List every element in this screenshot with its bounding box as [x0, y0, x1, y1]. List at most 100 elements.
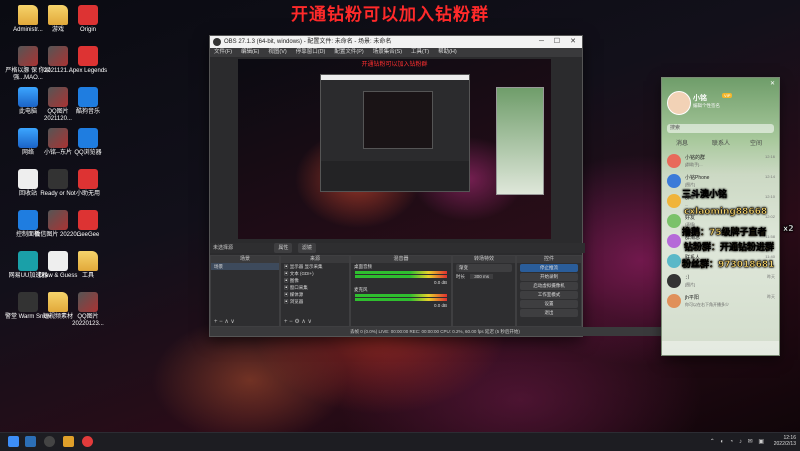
- desktop-icon[interactable]: QQ图片 20220123...: [64, 292, 112, 328]
- clock[interactable]: 12:16 2022/2/13: [774, 435, 796, 447]
- contact-name: ：）: [685, 275, 693, 281]
- folder-icon: [78, 251, 98, 271]
- app-taskbar-icon[interactable]: [82, 436, 93, 447]
- qq-tabs: 消息 联系人 空间: [662, 138, 779, 148]
- contact-name: jh平阳: [685, 295, 699, 301]
- no-source-label: 未选择源: [213, 245, 234, 251]
- desktop-icon-label: QQ浏览器: [74, 150, 102, 156]
- control-button[interactable]: 停止推流: [520, 264, 578, 272]
- desktop-icon-label: 小助无用: [75, 191, 100, 197]
- steam-icon[interactable]: [25, 436, 36, 447]
- transition-select[interactable]: 渐变: [456, 264, 512, 272]
- tab-space[interactable]: 空间: [750, 138, 762, 147]
- source-item[interactable]: ▣ 浏览器: [281, 298, 349, 305]
- tab-contacts[interactable]: 联系人: [712, 138, 730, 147]
- list-item[interactable]: 小铭的群 [群助手]... 12:16: [662, 151, 779, 171]
- desktop-icon-label: 酷狗音乐: [75, 109, 100, 115]
- fans-group-label: 粉丝群：973018681: [682, 260, 775, 270]
- nested-obs-window-2: [363, 91, 433, 149]
- properties-button[interactable]: 属性: [274, 243, 293, 253]
- system-tray[interactable]: ⌃ ◐ ◔ ♪ ✉ ▣: [710, 438, 766, 445]
- maximize-icon[interactable]: ☐: [554, 36, 560, 48]
- vip-badge: VIP: [722, 93, 733, 98]
- nested-obs-window: [320, 74, 470, 192]
- scenes-dock-footer[interactable]: + − ∧ ∨: [211, 318, 279, 326]
- volume-meter: [355, 298, 447, 301]
- filters-button[interactable]: 滤镜: [297, 243, 316, 253]
- sources-dock-footer[interactable]: + − ⚙ ∧ ∨: [281, 318, 349, 326]
- minimize-icon[interactable]: ─: [539, 36, 544, 48]
- last-message: [群助手]...: [685, 162, 703, 167]
- volume-meter: [355, 271, 447, 274]
- controls-dock-title: 控件: [517, 256, 581, 263]
- source-item[interactable]: ▣ 显示器 显示采集: [281, 263, 349, 270]
- menu-item[interactable]: 帮助(H): [438, 49, 457, 55]
- control-button[interactable]: 启动虚拟摄像机: [520, 282, 578, 290]
- duration-input[interactable]: 300 ms: [470, 274, 494, 279]
- menu-item[interactable]: 工具(T): [411, 49, 429, 55]
- list-item[interactable]: jh平阳 你可以在右下角开播多少 昨天: [662, 291, 779, 311]
- gift-message-3: 撸鹅：75级牌子直者: [682, 228, 767, 238]
- menu-item[interactable]: 场景集合(S): [373, 49, 402, 55]
- transitions-dock: 转场特效 渐变 时长 300 ms: [452, 255, 516, 327]
- obs-window[interactable]: OBS 27.1.3 (64-bit, windows) - 配置文件: 未命名…: [209, 35, 722, 337]
- obs-logo-icon: [213, 38, 221, 46]
- desktop-icon[interactable]: 工具: [64, 251, 112, 280]
- gift-message-4: 钻粉群：开通钻粉进群: [684, 243, 775, 253]
- desktop-icon[interactable]: QQ浏览器: [64, 128, 112, 157]
- qq-signature[interactable]: 编辑个性签名: [693, 103, 720, 109]
- desktop-icon[interactable]: 小助无用: [64, 169, 112, 198]
- menu-item[interactable]: 视图(V): [268, 49, 286, 55]
- obs-preview[interactable]: 开通钻粉可以加入钻粉群: [238, 59, 551, 239]
- scene-item[interactable]: 场景: [211, 263, 279, 270]
- avatar: [667, 194, 681, 208]
- menu-item[interactable]: 配置文件(P): [334, 49, 363, 55]
- mixer-dock-title: 混音器: [351, 256, 451, 263]
- menu-item[interactable]: 停靠窗口(D): [296, 49, 326, 55]
- menu-item[interactable]: 编辑(E): [241, 49, 259, 55]
- avatar: [667, 174, 681, 188]
- menu-item[interactable]: 文件(F): [214, 49, 232, 55]
- desktop-icon-label: QQ图片 20220123...: [72, 314, 104, 327]
- explorer-icon[interactable]: [63, 436, 74, 447]
- message-time: 昨天: [767, 274, 775, 279]
- close-icon[interactable]: ✕: [770, 80, 775, 87]
- source-item[interactable]: ▣ 窗口采集: [281, 284, 349, 291]
- avatar: [667, 254, 681, 268]
- avatar: [667, 214, 681, 228]
- last-message: [图片]: [685, 282, 696, 287]
- tab-messages[interactable]: 消息: [676, 138, 688, 147]
- control-button[interactable]: 设置: [520, 300, 578, 308]
- source-item[interactable]: ▣ 文本 (GDI+): [281, 270, 349, 277]
- obs-menubar: 文件(F) 编辑(E) 视图(V) 停靠窗口(D) 配置文件(P) 场景集合(S) 工具(T…: [210, 48, 582, 57]
- desktop-icon[interactable]: 酷狗音乐: [64, 87, 112, 116]
- avatar[interactable]: [667, 91, 691, 115]
- avatar: [667, 234, 681, 248]
- mixer-track-level: 0.0 dB: [433, 303, 447, 308]
- desktop-icon-label: 工具: [81, 273, 94, 279]
- desktop-icon[interactable]: Apex Legends: [64, 46, 112, 75]
- control-button[interactable]: 工作室模式: [520, 291, 578, 299]
- start-icon[interactable]: [8, 436, 19, 447]
- control-button[interactable]: 退出: [520, 309, 578, 317]
- preview-banner: 开通钻粉可以加入钻粉群: [361, 61, 428, 68]
- preview-desktop-icons: [238, 59, 264, 239]
- gift-user-1: 三斗澳小铭: [682, 190, 728, 200]
- qq-browser-icon: [78, 128, 98, 148]
- taskbar: ⌃ ◐ ◔ ♪ ✉ ▣ 12:16 2022/2/13: [0, 432, 800, 451]
- source-item[interactable]: ▣ 媒体源: [281, 291, 349, 298]
- control-button[interactable]: 开始录制: [520, 273, 578, 281]
- desktop-icon[interactable]: GeeGee: [64, 210, 112, 239]
- obs-titlebar[interactable]: OBS 27.1.3 (64-bit, windows) - 配置文件: 未命名…: [210, 36, 582, 48]
- preview-chat-window: [496, 87, 544, 195]
- qq-username: 小铭: [693, 95, 707, 102]
- source-item[interactable]: ▣ 图像: [281, 277, 349, 284]
- scenes-dock-title: 场景: [211, 256, 279, 263]
- avatar: [667, 294, 681, 308]
- desktop-icon[interactable]: Origin: [64, 5, 112, 34]
- volume-meter: [355, 275, 447, 278]
- close-icon[interactable]: ✕: [570, 36, 576, 48]
- obs-taskbar-icon[interactable]: [44, 436, 55, 447]
- search-input[interactable]: 搜索: [667, 124, 774, 133]
- list-item[interactable]: ：） [图片] 昨天: [662, 271, 779, 291]
